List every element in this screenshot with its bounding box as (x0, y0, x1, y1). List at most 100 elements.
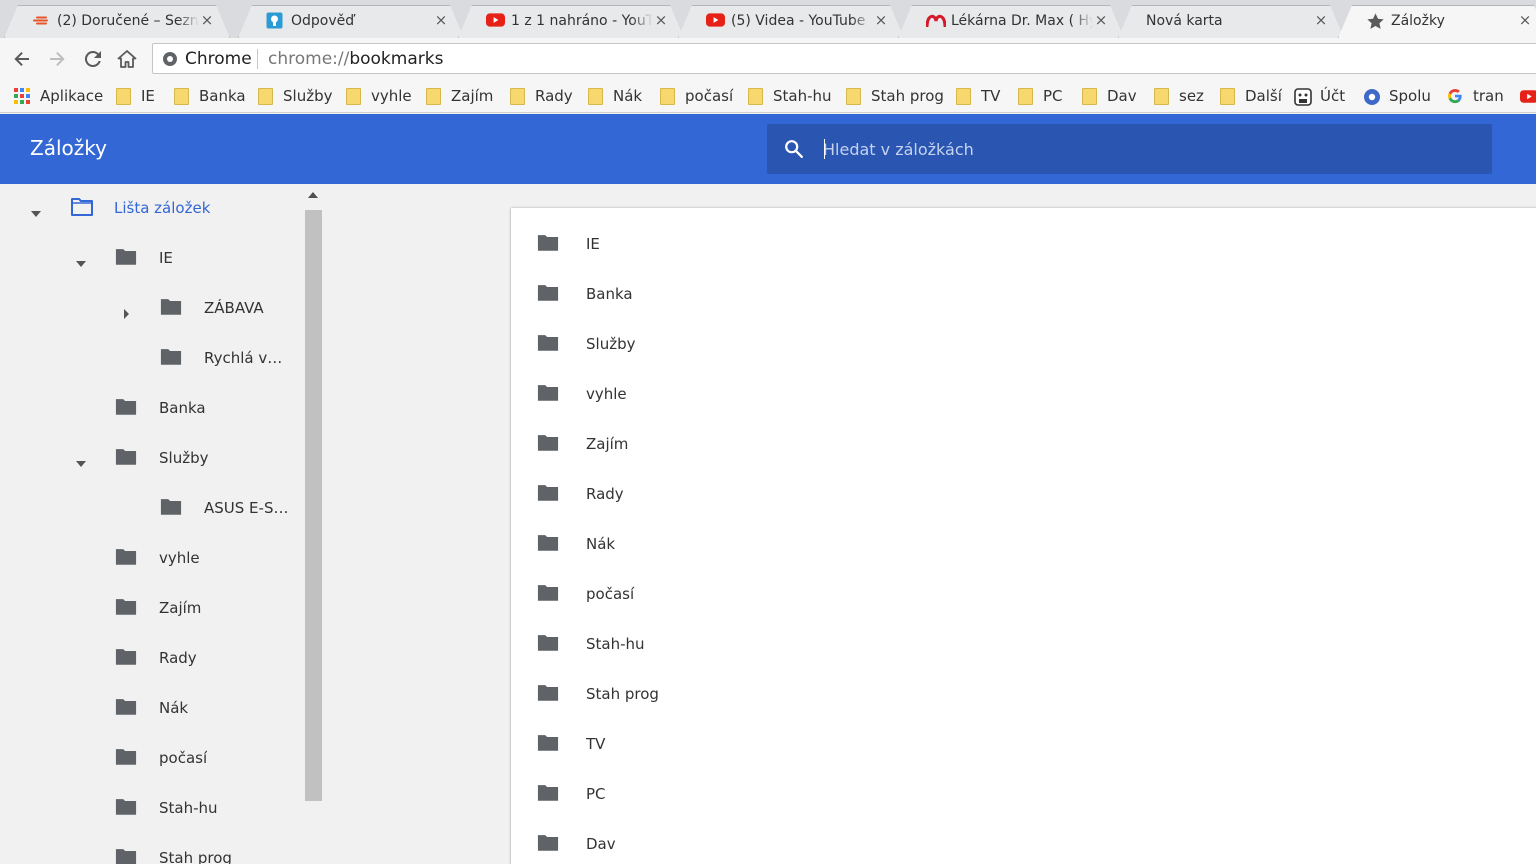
tree-item[interactable]: IE (0, 234, 304, 284)
tab-7[interactable]: Záložky × (1338, 5, 1536, 38)
list-item[interactable]: IE (511, 220, 1536, 270)
bookmark-bar-item[interactable]: Spolu (1363, 84, 1431, 108)
bookmark-bar-item[interactable]: tran (1447, 84, 1504, 108)
tree-item[interactable]: Lišta záložek (0, 184, 304, 234)
bookmark-bar-item[interactable]: Stah-hu (748, 84, 832, 108)
list-item[interactable]: Stah prog (511, 670, 1536, 720)
bookmark-bar-item[interactable]: sez (1154, 84, 1204, 108)
bookmark-bar-item[interactable]: počasí (660, 84, 733, 108)
bookmark-bar-item[interactable]: Aplikace (14, 84, 103, 108)
tree-item[interactable]: Nák (0, 684, 304, 734)
folder-icon (846, 87, 861, 105)
tab-close-icon[interactable]: × (1516, 10, 1534, 30)
tab-1[interactable]: (2) Doručené – Seznam Email× (4, 5, 230, 38)
tab-5[interactable]: Lékárna Dr. Max ( Hypermarket )× (898, 5, 1124, 38)
bookmark-bar-item[interactable]: Služby (258, 84, 332, 108)
bookmark-bar-item[interactable]: TV (956, 84, 1000, 108)
list-item[interactable]: Stah-hu (511, 620, 1536, 670)
tree-item[interactable]: Banka (0, 384, 304, 434)
list-item[interactable]: Zajím (511, 420, 1536, 470)
list-item-label: vyhle (586, 385, 627, 403)
scroll-up-arrow-icon[interactable] (308, 192, 318, 198)
tab-close-icon[interactable]: × (432, 10, 450, 30)
scroll-thumb[interactable] (305, 210, 322, 801)
bookmark-bar-label: tran (1473, 87, 1504, 105)
bookmark-bar-item[interactable]: Stah prog (846, 84, 944, 108)
address-bar[interactable]: Chrome chrome://bookmarks (152, 43, 1536, 74)
folder-icon (537, 383, 561, 405)
search-input[interactable] (823, 136, 1463, 162)
url-scheme: chrome:// (268, 49, 350, 69)
bookmark-bar-label: Stah prog (871, 87, 944, 105)
bookmark-bar-label: TV (981, 87, 1001, 105)
tree-item-label: vyhle (159, 549, 200, 567)
bookmark-bar-label: Aplikace (40, 87, 104, 105)
back-button[interactable] (9, 46, 35, 72)
list-item[interactable]: PC (511, 770, 1536, 820)
expand-arrow-down-icon[interactable] (75, 454, 87, 467)
tab-3[interactable]: 1 z 1 nahráno - YouTube× (458, 5, 684, 38)
search-box[interactable] (767, 124, 1492, 174)
tree-item[interactable]: ZÁBAVA (0, 284, 304, 334)
tree-item[interactable]: Zajím (0, 584, 304, 634)
reload-button[interactable] (80, 46, 106, 72)
bookmark-bar-label: Stah-hu (773, 87, 832, 105)
expand-arrow-down-icon[interactable] (30, 204, 42, 217)
bookmark-bar-item[interactable]: Rady (510, 84, 573, 108)
list-item[interactable]: vyhle (511, 370, 1536, 420)
bookmark-bar-item[interactable] (1520, 84, 1536, 108)
folder-icon (115, 847, 137, 864)
bookmark-bar-item[interactable]: Banka (174, 84, 246, 108)
bookmark-bar-item[interactable]: Další (1220, 84, 1282, 108)
bookmark-bar-label: PC (1043, 87, 1063, 105)
search-icon (785, 140, 803, 158)
tab-close-icon[interactable]: × (1092, 10, 1110, 30)
tab-title: 1 z 1 nahráno - YouTube (511, 13, 653, 29)
bookmark-bar-item[interactable]: vyhle (346, 84, 412, 108)
tree-item[interactable]: Stah prog (0, 834, 304, 864)
tab-2[interactable]: Odpověď × (238, 5, 464, 38)
omnibox-divider (257, 49, 258, 69)
home-button[interactable] (114, 46, 140, 72)
tree-item[interactable]: Rychlá volba (0, 334, 304, 384)
tab-6[interactable]: Nová karta × (1118, 5, 1344, 38)
list-item[interactable]: TV (511, 720, 1536, 770)
bookmark-bar-item[interactable]: PC (1018, 84, 1063, 108)
list-item[interactable]: Rady (511, 470, 1536, 520)
list-item-label: počasí (586, 585, 635, 603)
list-item[interactable]: Dav (511, 820, 1536, 864)
tree-item[interactable]: Služby (0, 434, 304, 484)
list-item[interactable]: Služby (511, 320, 1536, 370)
tree-item[interactable]: Rady (0, 634, 304, 684)
tree-item[interactable]: ASUS E-Service (0, 484, 304, 534)
tree-item[interactable]: Stah-hu (0, 784, 304, 834)
folder-icon (1154, 87, 1169, 105)
bookmark-bar-label: Nák (613, 87, 643, 105)
reload-icon (84, 50, 101, 67)
tab-4[interactable]: (5) Videa - YouTube × (678, 5, 904, 38)
list-item[interactable]: Banka (511, 270, 1536, 320)
bookmark-bar-item[interactable]: IE (116, 84, 155, 108)
list-item[interactable]: počasí (511, 570, 1536, 620)
tab-close-icon[interactable]: × (652, 10, 670, 30)
bookmark-bar-item[interactable]: Zajím (426, 84, 493, 108)
list-item-label: Dav (586, 835, 616, 853)
bookmark-bar-label: vyhle (371, 87, 412, 105)
expand-arrow-down-icon[interactable] (75, 254, 87, 267)
tab-close-icon[interactable]: × (872, 10, 890, 30)
folder-icon (537, 583, 561, 605)
list-item[interactable]: Nák (511, 520, 1536, 570)
url-text[interactable]: chrome://bookmarks (268, 49, 443, 69)
tab-close-icon[interactable]: × (198, 10, 216, 30)
bookmark-bar-item[interactable]: Účt (1294, 84, 1345, 108)
sidebar-scrollbar[interactable] (304, 184, 322, 864)
bookmark-bar-item[interactable]: Dav (1082, 84, 1137, 108)
tree-item[interactable]: počasí (0, 734, 304, 784)
tree-item[interactable]: vyhle (0, 534, 304, 584)
tree-item-label: Nák (159, 699, 189, 717)
expand-arrow-right-icon[interactable] (120, 304, 132, 319)
bookmark-bar-item[interactable]: Nák (588, 84, 642, 108)
forward-button[interactable] (44, 46, 70, 72)
tab-close-icon[interactable]: × (1312, 10, 1330, 30)
bookmark-bar-label: Další (1245, 87, 1282, 105)
